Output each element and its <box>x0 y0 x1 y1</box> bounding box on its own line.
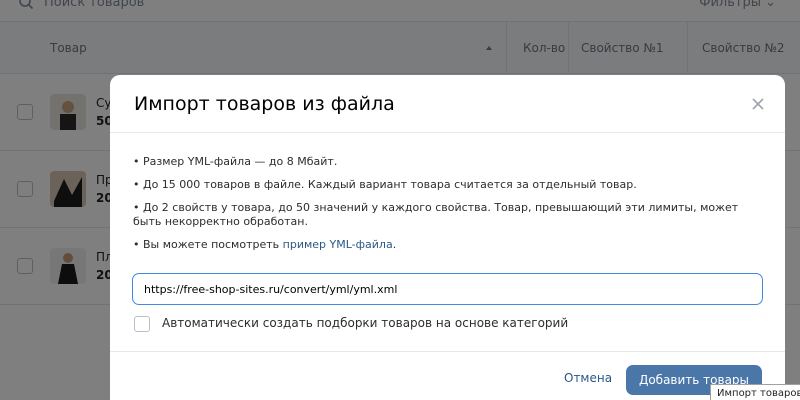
yml-example-link[interactable]: пример YML-файла <box>283 238 393 251</box>
modal-title: Импорт товаров из файла <box>134 93 395 115</box>
requirement-example: • Вы можете посмотреть пример YML-файла. <box>133 238 753 252</box>
close-icon[interactable] <box>749 95 767 113</box>
auto-collections-checkbox[interactable] <box>134 316 150 332</box>
auto-collections-label[interactable]: Автоматически создать подборки товаров н… <box>162 316 568 330</box>
footer-divider <box>110 351 785 352</box>
requirement-file-size: • Размер YML-файла — до 8 Мбайт. <box>133 155 338 168</box>
requirement-properties: • До 2 свойств у товара, до 50 значений … <box>133 201 739 228</box>
requirement-item-count: • До 15 000 товаров в файле. Каждый вари… <box>133 178 637 191</box>
example-suffix: . <box>392 238 397 251</box>
yml-url-input[interactable] <box>132 273 763 305</box>
import-modal: Импорт товаров из файла • Размер YML-фай… <box>110 75 785 400</box>
tooltip: Импорт товаров <box>710 384 800 400</box>
import-requirements: • Размер YML-файла — до 8 Мбайт. • До 15… <box>133 155 753 261</box>
modal-header: Импорт товаров из файла <box>110 75 785 133</box>
cancel-button[interactable]: Отмена <box>564 371 612 385</box>
example-prefix: • Вы можете посмотреть <box>133 238 283 251</box>
